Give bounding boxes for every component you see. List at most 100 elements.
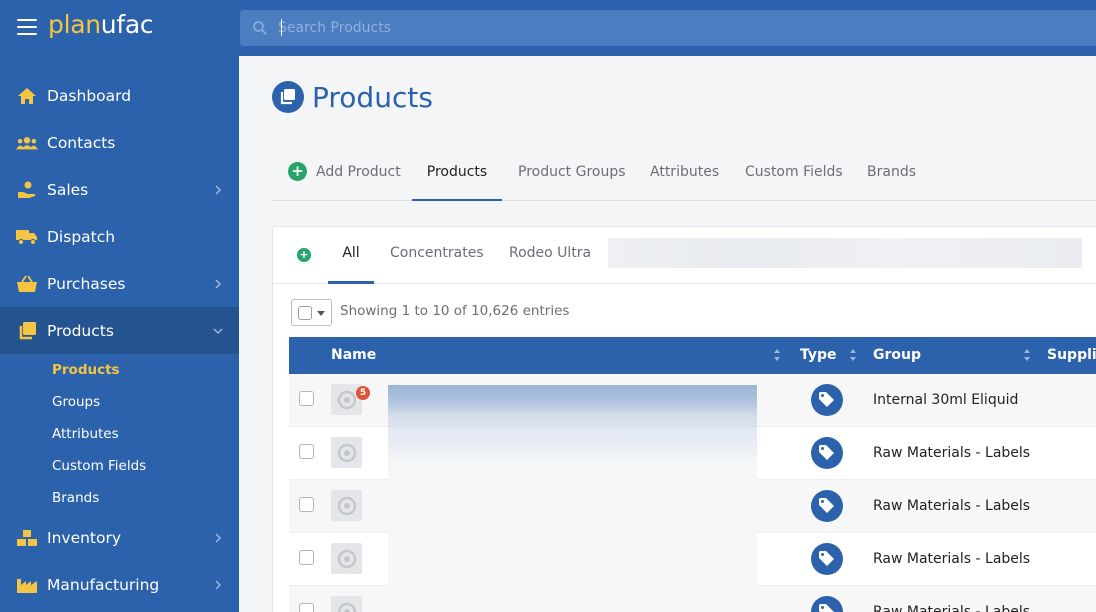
chevron-right-icon: [215, 184, 222, 195]
chevron-right-icon: [215, 532, 222, 543]
sidebar: Dashboard Contacts Sales Dispatch Purcha…: [0, 56, 239, 612]
row-checkbox[interactable]: [299, 444, 314, 459]
placeholder-image-icon: [337, 496, 356, 515]
truck-icon: [16, 226, 38, 248]
tab-add-product[interactable]: + Add Product: [288, 150, 401, 201]
group-cell: Raw Materials - Labels: [873, 498, 1031, 514]
plus-circle-icon: +: [288, 162, 307, 181]
home-icon: [16, 85, 38, 107]
sidebar-item-purchases[interactable]: Purchases: [0, 260, 239, 307]
sidebar-item-dispatch[interactable]: Dispatch: [0, 213, 239, 260]
tab-attributes[interactable]: Attributes: [650, 150, 719, 201]
logo[interactable]: planufac: [48, 10, 154, 39]
main-content: Products + Add Product Products Product …: [239, 56, 1096, 612]
redacted-area: [608, 238, 1082, 268]
main-tabs: + Add Product Products Product Groups At…: [272, 150, 1096, 201]
subtab-concentrates[interactable]: Concentrates: [390, 227, 484, 284]
column-header-group[interactable]: Group: [873, 337, 921, 374]
sidebar-item-label: Sales: [47, 180, 89, 199]
sidebar-item-label: Products: [47, 321, 114, 340]
sidebar-item-manufacturing[interactable]: Manufacturing: [0, 561, 239, 608]
subtab-rodeo-ultra[interactable]: Rodeo Ultra: [509, 227, 591, 284]
row-checkbox[interactable]: [299, 391, 314, 406]
products-card: + All Concentrates Rodeo Ultra Showing 1…: [272, 226, 1096, 612]
caret-down-icon: [317, 311, 325, 316]
search-input[interactable]: [278, 10, 1078, 46]
tab-products[interactable]: Products: [412, 150, 502, 201]
redacted-name-column: [388, 385, 757, 612]
column-header-supplier[interactable]: Supplie: [1047, 337, 1096, 374]
sidebar-item-products[interactable]: Products: [0, 307, 239, 354]
tab-brands[interactable]: Brands: [867, 150, 916, 201]
tab-custom-fields[interactable]: Custom Fields: [745, 150, 843, 201]
placeholder-image-icon: [337, 602, 356, 612]
sidebar-item-label: Manufacturing: [47, 575, 160, 594]
add-filter-icon[interactable]: +: [297, 248, 311, 262]
search-text-caret: [281, 19, 282, 36]
sidebar-item-label: Inventory: [47, 528, 122, 547]
sidebar-subitem-attributes[interactable]: Attributes: [52, 426, 119, 442]
sidebar-item-sales[interactable]: Sales: [0, 166, 239, 213]
sidebar-subitem-products[interactable]: Products: [52, 362, 120, 378]
column-header-type[interactable]: Type: [800, 337, 837, 374]
sidebar-item-inventory[interactable]: Inventory: [0, 514, 239, 561]
table-header: Name Type Group Supplie: [289, 337, 1096, 374]
row-checkbox[interactable]: [299, 603, 314, 612]
hamburger-menu-icon[interactable]: [17, 19, 37, 35]
sidebar-item-label: Dispatch: [47, 227, 116, 246]
product-thumbnail[interactable]: [331, 437, 362, 468]
boxes-icon: [16, 527, 38, 549]
sort-icon[interactable]: [849, 347, 857, 363]
subtab-all[interactable]: All: [328, 227, 374, 284]
tag-icon[interactable]: [811, 437, 843, 469]
factory-icon: [16, 574, 38, 596]
page-title: Products: [312, 80, 433, 114]
group-cell: Internal 30ml Eliquid: [873, 392, 1019, 408]
placeholder-image-icon: [337, 443, 356, 462]
sidebar-subitem-custom-fields[interactable]: Custom Fields: [52, 458, 146, 474]
hand-coin-icon: [16, 179, 38, 201]
tag-icon[interactable]: [811, 384, 843, 416]
product-thumbnail[interactable]: [331, 596, 362, 612]
tab-product-groups[interactable]: Product Groups: [518, 150, 626, 201]
row-checkbox[interactable]: [299, 497, 314, 512]
product-thumbnail[interactable]: [331, 490, 362, 521]
sidebar-item-label: Contacts: [47, 133, 116, 152]
basket-icon: [16, 273, 38, 295]
tag-icon[interactable]: [811, 543, 843, 575]
sidebar-item-dashboard[interactable]: Dashboard: [0, 72, 239, 119]
chevron-right-icon: [215, 579, 222, 590]
sidebar-item-contacts[interactable]: Contacts: [0, 119, 239, 166]
group-cell: Raw Materials - Labels: [873, 445, 1031, 461]
bulk-select-dropdown[interactable]: [291, 299, 332, 326]
chevron-down-icon: [213, 327, 223, 334]
column-header-name[interactable]: Name: [331, 337, 376, 374]
sort-icon[interactable]: [773, 347, 781, 363]
products-copy-icon: [272, 81, 304, 113]
filter-tabs: + All Concentrates Rodeo Ultra: [273, 227, 1096, 284]
search-icon: [253, 21, 267, 35]
users-icon: [16, 132, 38, 154]
logo-part-plan: plan: [48, 10, 101, 39]
chevron-right-icon: [215, 278, 222, 289]
tab-label: Add Product: [316, 164, 401, 180]
brand-area: planufac: [0, 0, 239, 56]
sort-icon[interactable]: [1023, 347, 1031, 363]
search-bar[interactable]: [240, 10, 1096, 46]
placeholder-image-icon: [337, 390, 356, 409]
select-all-checkbox[interactable]: [298, 306, 312, 320]
group-cell: Raw Materials - Labels: [873, 551, 1031, 567]
sidebar-item-label: Purchases: [47, 274, 126, 293]
tag-icon[interactable]: [811, 596, 843, 612]
top-bar: planufac: [0, 0, 1096, 56]
entries-info: Showing 1 to 10 of 10,626 entries: [340, 303, 570, 319]
tag-icon[interactable]: [811, 490, 843, 522]
sidebar-subitem-brands[interactable]: Brands: [52, 490, 99, 506]
product-thumbnail[interactable]: [331, 543, 362, 574]
copy-icon: [16, 320, 38, 342]
placeholder-image-icon: [337, 549, 356, 568]
sidebar-item-label: Dashboard: [47, 86, 132, 105]
sidebar-subitem-groups[interactable]: Groups: [52, 394, 100, 410]
page-header: Products: [272, 80, 433, 114]
row-checkbox[interactable]: [299, 550, 314, 565]
